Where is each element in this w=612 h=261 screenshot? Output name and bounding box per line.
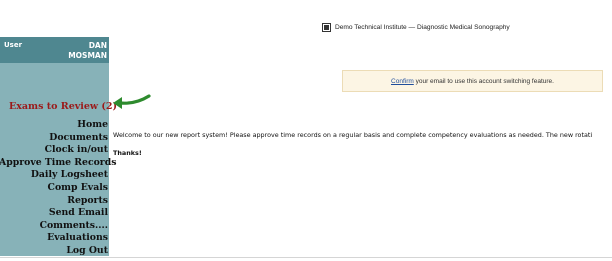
exams-to-review-link[interactable]: Exams to Review (2): [9, 101, 117, 112]
sidebar-item-send-email[interactable]: Send Email: [0, 207, 108, 220]
sidebar-item-daily-logsheet[interactable]: Daily Logsheet: [0, 169, 108, 182]
user-last-name: MOSMAN: [68, 51, 107, 60]
sidebar-item-comments[interactable]: Comments....: [0, 220, 108, 233]
user-label: User: [4, 41, 23, 49]
user-block: User DAN MOSMAN: [0, 37, 109, 63]
bottom-divider: [0, 257, 612, 258]
confirm-email-link[interactable]: Confirm: [391, 78, 414, 85]
email-confirm-notice: Confirm your email to use this account s…: [342, 70, 603, 92]
notice-message: your email to use this account switching…: [413, 77, 554, 85]
user-name: DAN MOSMAN: [68, 41, 107, 61]
sidebar: User DAN MOSMAN Exams to Review (2) Home…: [0, 37, 117, 258]
sidebar-item-home[interactable]: Home: [0, 119, 108, 132]
institute-logo-icon: [322, 22, 331, 32]
user-first-name: DAN: [88, 41, 107, 50]
green-arrow-icon: [113, 94, 151, 109]
sidebar-item-documents[interactable]: Documents: [0, 132, 108, 145]
sidebar-item-comp-evals[interactable]: Comp Evals: [0, 182, 108, 195]
sidebar-item-clock-in-out[interactable]: Clock in/out: [0, 144, 108, 157]
sidebar-item-approve-time-records[interactable]: Approve Time Records: [0, 157, 116, 170]
sidebar-nav: Home Documents Clock in/out Approve Time…: [0, 119, 116, 258]
welcome-message: Welcome to our new report system! Please…: [113, 131, 593, 139]
sidebar-item-evaluations[interactable]: Evaluations: [0, 232, 108, 245]
thanks-text: Thanks!: [113, 149, 142, 157]
site-title: Demo Technical Institute — Diagnostic Me…: [335, 23, 510, 31]
sidebar-item-reports[interactable]: Reports: [0, 195, 108, 208]
site-header: Demo Technical Institute — Diagnostic Me…: [322, 21, 510, 33]
sidebar-item-log-out[interactable]: Log Out: [0, 245, 108, 258]
